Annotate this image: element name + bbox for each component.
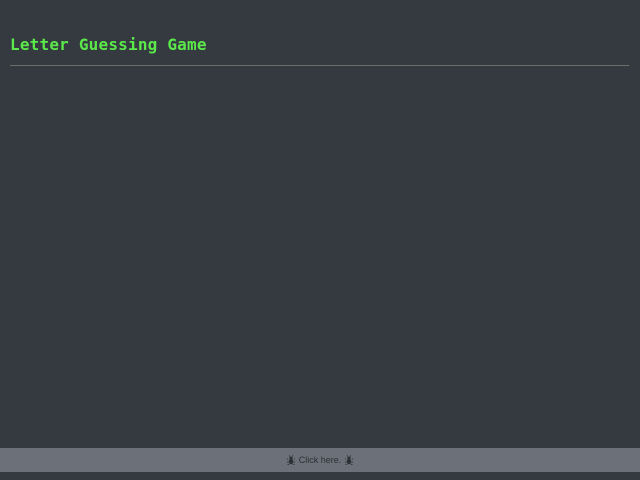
footer-bar[interactable]: Click here. xyxy=(0,448,640,472)
footer-link-text[interactable]: Click here. xyxy=(299,455,342,465)
title-divider xyxy=(10,65,629,66)
footer-link[interactable]: Click here. xyxy=(286,455,354,465)
game-page: Letter Guessing Game Click here. xyxy=(0,0,640,480)
bug-icon xyxy=(345,455,354,465)
page-title: Letter Guessing Game xyxy=(10,35,207,54)
bug-icon xyxy=(286,455,295,465)
game-area xyxy=(10,70,630,440)
bottom-strip xyxy=(0,472,640,480)
